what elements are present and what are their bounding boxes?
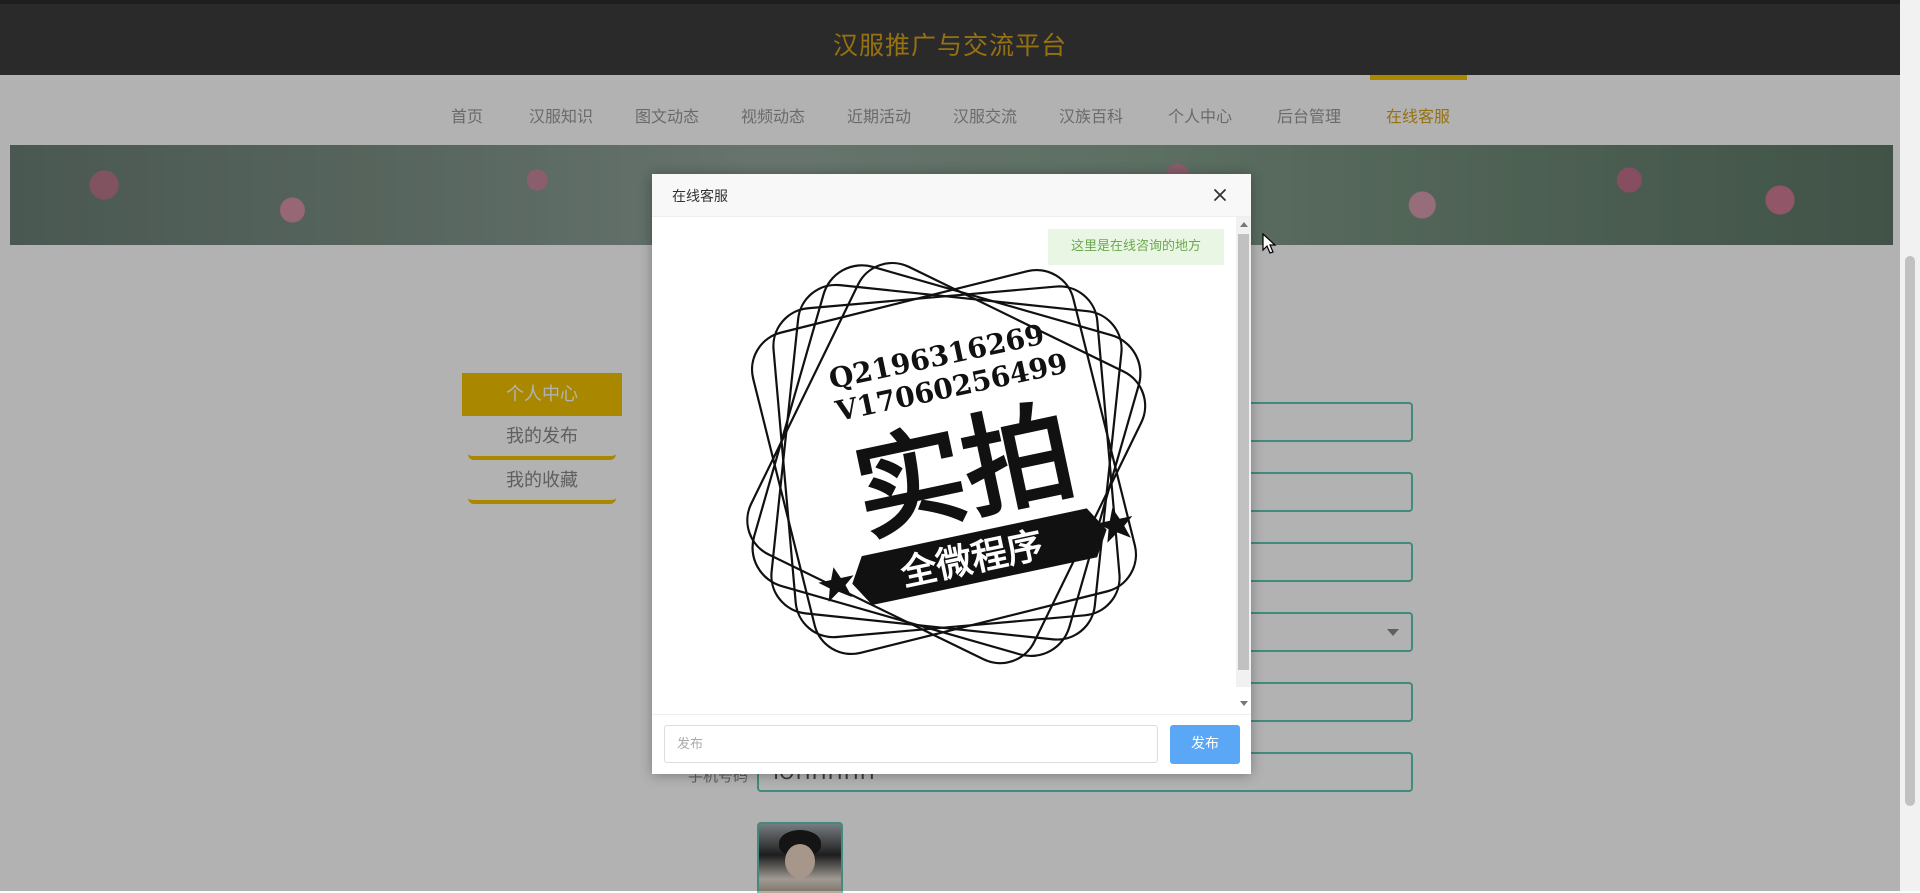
send-button[interactable]: 发布 xyxy=(1170,725,1240,764)
dialog-header: 在线客服 xyxy=(652,174,1251,217)
chat-input[interactable] xyxy=(664,725,1158,763)
chat-scrollbar-thumb[interactable] xyxy=(1238,234,1249,670)
cursor-icon xyxy=(1262,233,1277,254)
page-scrollbar-thumb[interactable] xyxy=(1905,256,1915,806)
stamp-image: Q2196316269 V17060256499 实拍 全微程序 xyxy=(746,261,1147,665)
dialog-title: 在线客服 xyxy=(672,189,728,205)
scroll-down-icon[interactable] xyxy=(1240,701,1248,706)
chat-area: 这里是在线咨询的地方 Q2196316269 V17060256499 实拍 全… xyxy=(652,217,1251,687)
online-service-dialog: 在线客服 这里是在线咨询的地方 Q2196316269 V17060256499… xyxy=(652,174,1251,774)
close-icon[interactable] xyxy=(1212,187,1228,203)
chat-composer: 发布 xyxy=(652,714,1251,775)
scroll-up-icon[interactable] xyxy=(1240,222,1248,227)
